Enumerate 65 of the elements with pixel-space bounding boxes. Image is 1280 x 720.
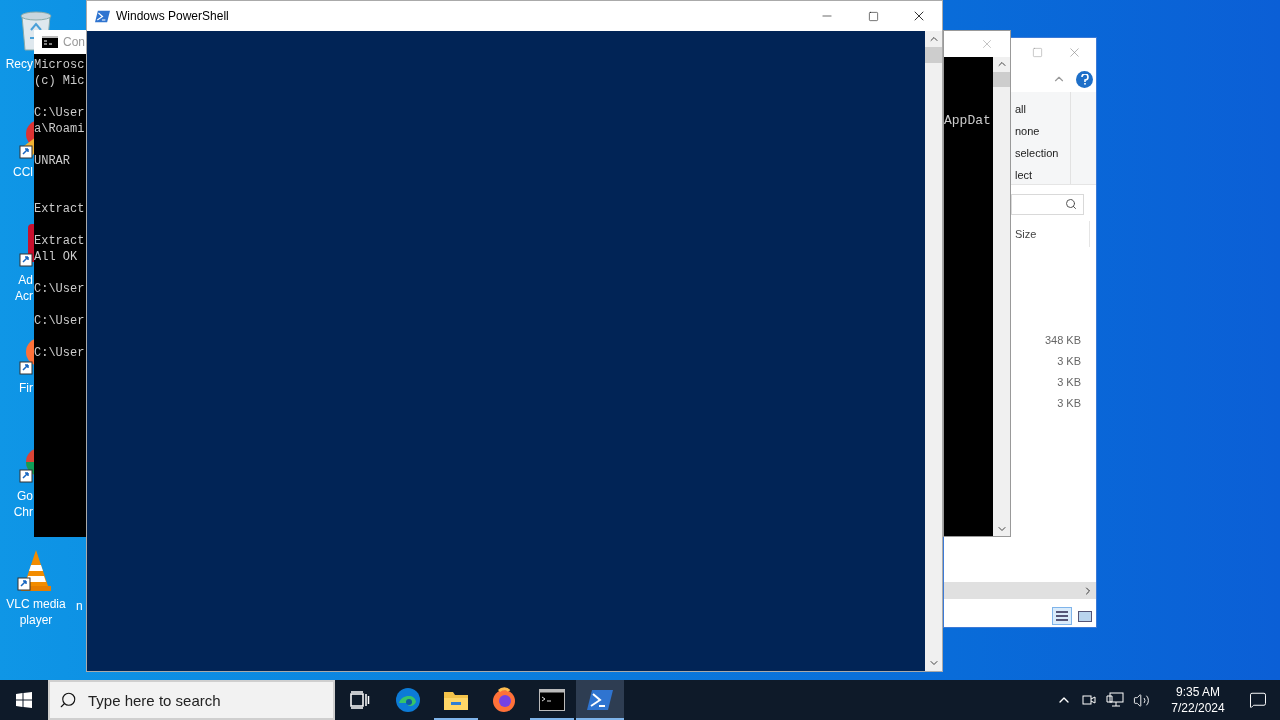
camera-icon[interactable]	[1081, 692, 1097, 708]
column-header[interactable]: Size	[1015, 221, 1090, 247]
desktop-icon-label: n	[76, 598, 83, 614]
desktop-icon-label: Ad	[18, 272, 33, 288]
file-size-cell-text: 3 KB	[1057, 354, 1081, 369]
time: 9:35 AM	[1176, 684, 1220, 700]
maximize-icon[interactable]	[1032, 46, 1043, 58]
console-line: C:\User	[34, 105, 86, 121]
scroll-thumb[interactable]	[925, 47, 942, 63]
desktop-icon-label: player	[19, 612, 53, 628]
file-size-cell-text: 348 KB	[1044, 333, 1081, 348]
console-icon	[42, 36, 58, 48]
help-icon[interactable]	[1076, 70, 1093, 88]
console-line: AppDat	[944, 113, 992, 129]
thumbnail-view-icon[interactable]	[1078, 610, 1092, 622]
search-field[interactable]	[1011, 193, 1084, 215]
windows-icon	[16, 692, 32, 708]
date: 7/22/2024	[1171, 700, 1225, 716]
edge-icon	[395, 687, 421, 713]
powershell-icon	[587, 689, 613, 711]
folder-icon	[443, 689, 469, 711]
scroll-thumb[interactable]	[993, 72, 1010, 87]
desktop-icon-label: Recy	[5, 56, 33, 72]
search-icon	[59, 691, 77, 709]
notifications-icon[interactable]	[1249, 691, 1267, 709]
ribbon-item[interactable]: selection	[1015, 142, 1070, 164]
desktop-icon-label: Acr	[15, 288, 33, 304]
file-size-cell-text: 3 KB	[1057, 375, 1081, 390]
desktop-icon-label: Go	[17, 488, 33, 504]
console-area[interactable]: AppDat	[944, 57, 993, 536]
close-icon[interactable]	[980, 37, 994, 51]
window-title: Con	[63, 34, 85, 51]
ribbon-item[interactable]: all	[1015, 98, 1070, 120]
desktop-icon-label: CCl	[13, 164, 33, 180]
ribbon-item[interactable]: lect	[1015, 164, 1070, 186]
console-icon	[539, 689, 565, 711]
console-line: Extract	[34, 233, 86, 249]
console-line: All OK	[34, 249, 79, 265]
console-line: C:\User	[34, 281, 86, 297]
console-line: Extract	[34, 201, 86, 217]
search-field[interactable]: Type here to search	[48, 680, 335, 720]
console-line: UNRAR	[34, 153, 71, 169]
network-icon[interactable]	[1106, 692, 1124, 708]
desktop-icon-label: Chr	[13, 504, 33, 520]
scrollbar[interactable]	[925, 31, 942, 671]
search-icon	[1065, 198, 1077, 210]
clock[interactable]: 9:35 AM 7/22/2024	[1160, 684, 1236, 716]
console-line: (c) Mic	[34, 73, 86, 89]
console-line: Microsc	[34, 57, 86, 73]
maximize-icon	[867, 10, 879, 22]
taskbar-app[interactable]	[576, 680, 624, 720]
task-view-icon	[350, 691, 370, 709]
desktop-icon-label: Fir	[19, 380, 33, 396]
file-size-cell-text: 3 KB	[1057, 396, 1081, 411]
ribbon-item[interactable]: none	[1015, 120, 1070, 142]
firefox-icon	[491, 687, 517, 713]
desktop-icon-label: VLC media	[6, 596, 66, 612]
console-line: a\Roami	[34, 121, 86, 137]
volume-icon[interactable]	[1133, 691, 1150, 709]
window-title: Windows PowerShell	[116, 8, 229, 25]
console-line: C:\User	[34, 313, 86, 329]
details-view-icon[interactable]	[1052, 607, 1072, 625]
scrollbar[interactable]	[993, 57, 1010, 536]
powershell-icon	[95, 9, 110, 23]
console-line: C:\User	[34, 345, 86, 361]
